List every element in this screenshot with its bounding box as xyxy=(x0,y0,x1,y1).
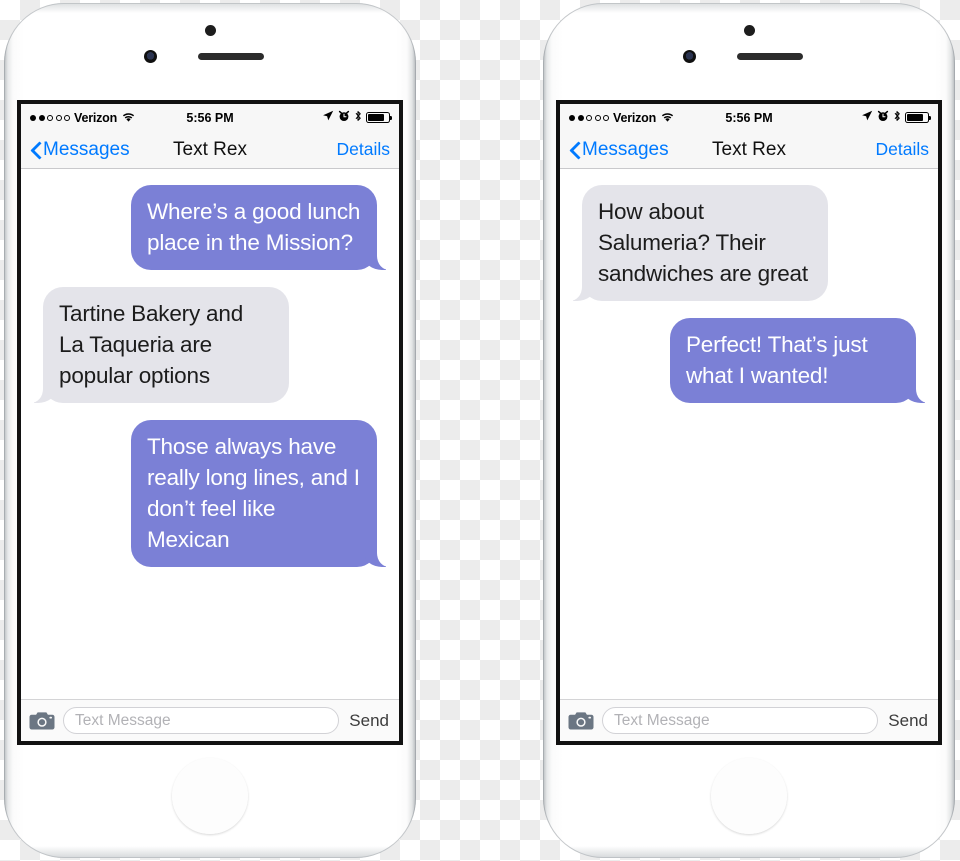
send-button[interactable]: Send xyxy=(886,711,930,731)
iphone-device-right: Verizon 5:56 PM Messages Text Rex Detail… xyxy=(543,3,955,858)
back-to-messages-button[interactable]: Messages xyxy=(569,139,669,161)
message-bubble-incoming[interactable]: How about Salumeria? Their sandwiches ar… xyxy=(568,185,828,301)
message-row: How about Salumeria? Their sandwiches ar… xyxy=(568,185,926,301)
earpiece-speaker-icon xyxy=(737,53,803,60)
bluetooth-icon xyxy=(893,110,901,125)
camera-icon[interactable] xyxy=(29,711,55,731)
front-camera-icon xyxy=(683,50,696,63)
details-button[interactable]: Details xyxy=(337,139,391,160)
message-row: Tartine Bakery and La Taqueria are popul… xyxy=(29,287,387,403)
back-to-messages-button[interactable]: Messages xyxy=(30,139,130,161)
iphone-device-left: Verizon 5:56 PM Messages Text Rex Detail… xyxy=(4,3,416,858)
message-list: How about Salumeria? Their sandwiches ar… xyxy=(560,169,938,699)
message-bubble-outgoing[interactable]: Where’s a good lunch place in the Missio… xyxy=(131,185,391,270)
navigation-bar: Messages Text Rex Details xyxy=(560,131,938,169)
home-button[interactable] xyxy=(172,758,248,834)
home-button[interactable] xyxy=(711,758,787,834)
proximity-sensor-icon xyxy=(205,25,216,36)
send-button[interactable]: Send xyxy=(347,711,391,731)
status-bar-left: Verizon xyxy=(569,111,674,125)
text-message-input[interactable]: Text Message xyxy=(602,707,879,734)
carrier-label: Verizon xyxy=(74,110,118,125)
screen-left: Verizon 5:56 PM Messages Text Rex Detail… xyxy=(17,100,403,745)
bluetooth-icon xyxy=(354,110,362,125)
camera-icon[interactable] xyxy=(568,711,594,731)
status-bar-right xyxy=(861,110,932,125)
battery-icon xyxy=(366,112,393,123)
status-bar: Verizon 5:56 PM xyxy=(560,104,938,131)
details-button[interactable]: Details xyxy=(876,139,930,160)
wifi-icon xyxy=(661,112,674,123)
message-bubble-outgoing[interactable]: Perfect! That’s just what I wanted! xyxy=(670,318,930,403)
message-row: Perfect! That’s just what I wanted! xyxy=(572,318,930,403)
back-button-label: Messages xyxy=(582,138,669,160)
carrier-label: Verizon xyxy=(613,110,657,125)
message-bubble-outgoing[interactable]: Those always have really long lines, and… xyxy=(131,420,391,567)
chevron-left-icon xyxy=(30,141,41,159)
back-button-label: Messages xyxy=(43,138,130,160)
canvas: Verizon 5:56 PM Messages Text Rex Detail… xyxy=(0,0,960,861)
message-row: Where’s a good lunch place in the Missio… xyxy=(33,185,391,270)
status-bar-left: Verizon xyxy=(30,111,135,125)
text-message-input[interactable]: Text Message xyxy=(63,707,340,734)
message-bubble-incoming[interactable]: Tartine Bakery and La Taqueria are popul… xyxy=(29,287,289,403)
message-composer: Text Message Send xyxy=(560,699,938,741)
signal-strength-icon xyxy=(569,114,609,121)
location-arrow-icon xyxy=(861,110,873,125)
text-message-placeholder: Text Message xyxy=(614,711,710,729)
location-arrow-icon xyxy=(322,110,334,125)
front-camera-icon xyxy=(144,50,157,63)
message-list: Where’s a good lunch place in the Missio… xyxy=(21,169,399,699)
screen-right: Verizon 5:56 PM Messages Text Rex Detail… xyxy=(556,100,942,745)
proximity-sensor-icon xyxy=(744,25,755,36)
battery-icon xyxy=(905,112,932,123)
alarm-clock-icon xyxy=(877,110,889,125)
wifi-icon xyxy=(122,112,135,123)
status-bar: Verizon 5:56 PM xyxy=(21,104,399,131)
navigation-bar: Messages Text Rex Details xyxy=(21,131,399,169)
signal-strength-icon xyxy=(30,114,70,121)
message-composer: Text Message Send xyxy=(21,699,399,741)
earpiece-speaker-icon xyxy=(198,53,264,60)
alarm-clock-icon xyxy=(338,110,350,125)
message-row: Those always have really long lines, and… xyxy=(33,420,391,567)
chevron-left-icon xyxy=(569,141,580,159)
text-message-placeholder: Text Message xyxy=(75,711,171,729)
status-bar-right xyxy=(322,110,393,125)
